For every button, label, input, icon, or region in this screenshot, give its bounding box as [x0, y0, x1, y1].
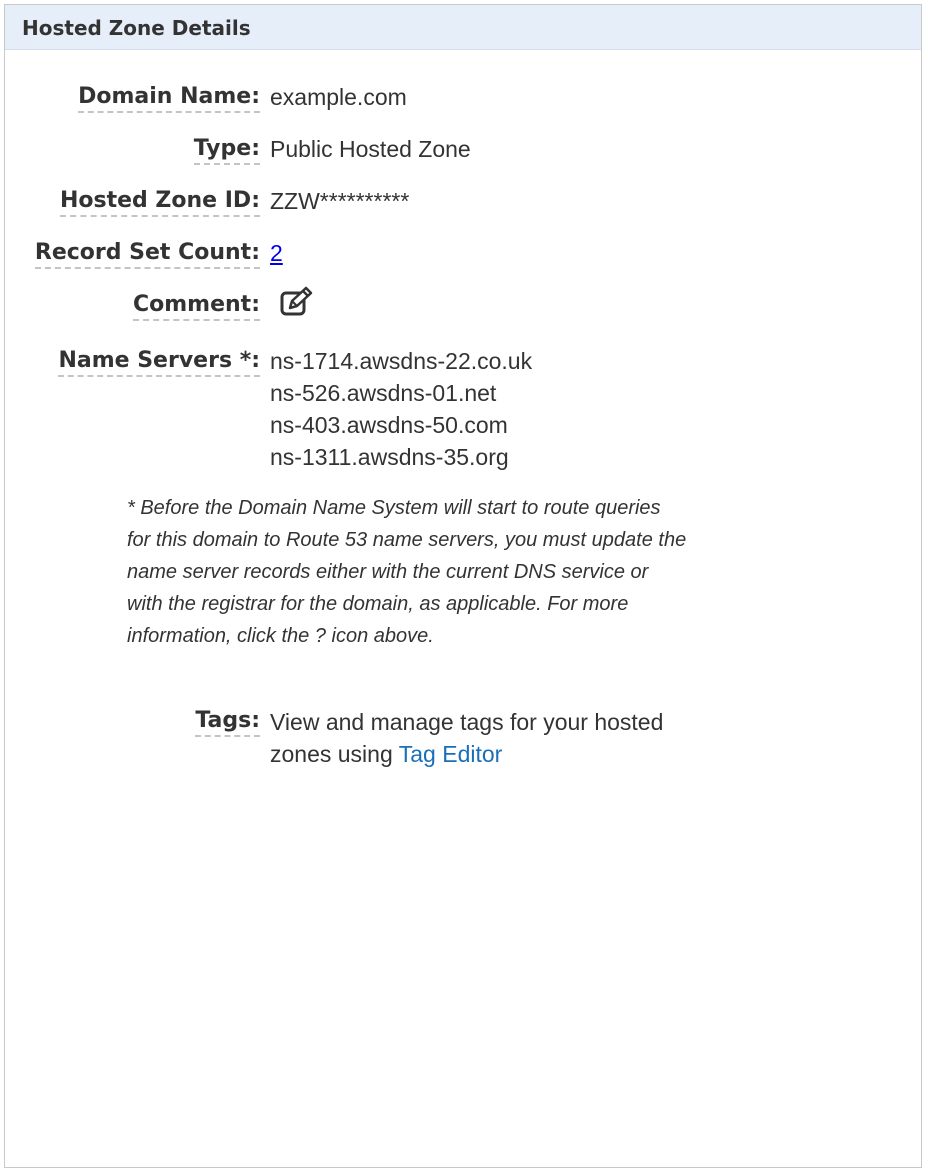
- type-label: Type:: [193, 135, 260, 165]
- edit-icon: [280, 286, 313, 316]
- record-set-count-link[interactable]: 2: [270, 239, 283, 267]
- record-set-count-label: Record Set Count:: [34, 239, 260, 269]
- domain-name-value: example.com: [270, 84, 407, 110]
- comment-label: Comment:: [132, 291, 260, 321]
- name-server-item: ns-526.awsdns-01.net: [270, 380, 497, 406]
- domain-name-label: Domain Name:: [78, 83, 260, 113]
- name-server-item: ns-1311.awsdns-35.org: [270, 444, 509, 470]
- panel-title: Hosted Zone Details: [22, 16, 251, 40]
- name-server-item: ns-403.awsdns-50.com: [270, 412, 508, 438]
- tags-label: Tags:: [195, 707, 260, 737]
- hosted-zone-id-label: Hosted Zone ID:: [59, 187, 260, 217]
- edit-comment-button[interactable]: [280, 286, 316, 318]
- hosted-zone-id-value: ZZW**********: [270, 188, 410, 214]
- name-servers-note: * Before the Domain Name System will sta…: [127, 497, 687, 647]
- tags-value: View and manage tags for your hosted zon…: [270, 706, 670, 770]
- name-servers-list: ns-1714.awsdns-22.co.uk ns-526.awsdns-01…: [270, 345, 532, 473]
- name-servers-label: Name Servers *:: [58, 347, 260, 377]
- name-server-item: ns-1714.awsdns-22.co.uk: [270, 348, 533, 374]
- type-value: Public Hosted Zone: [270, 136, 471, 162]
- tag-editor-link[interactable]: Tag Editor: [399, 741, 503, 767]
